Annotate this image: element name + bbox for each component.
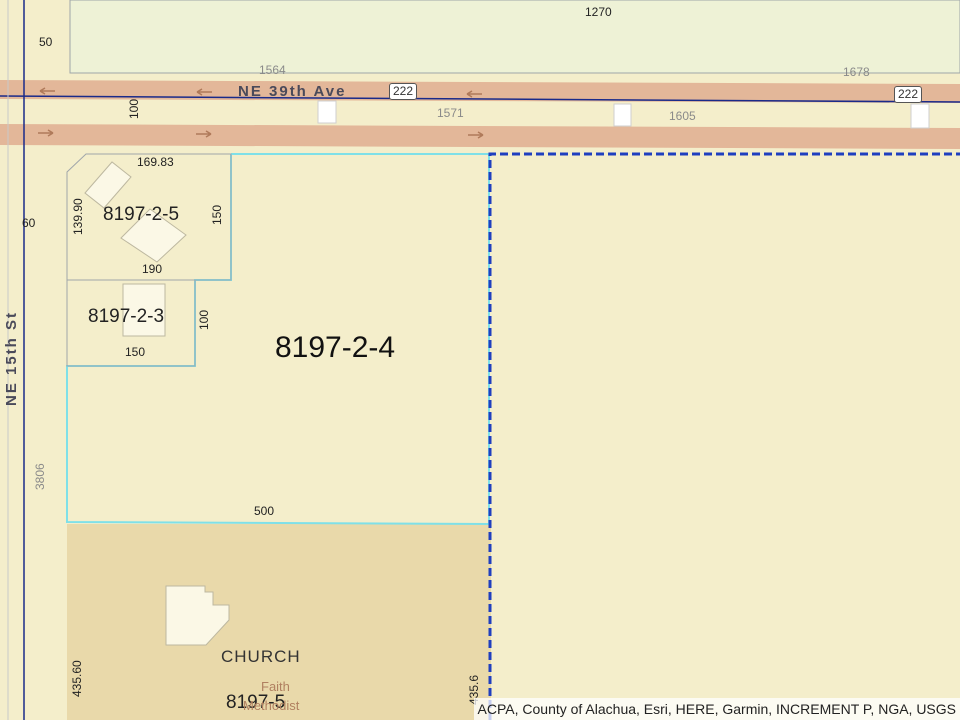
church-label: CHURCH: [221, 647, 301, 666]
parcel-map[interactable]: NE 39th Ave NE 15th St 222 222 1270 1564…: [0, 0, 960, 720]
route-shield: 222: [894, 86, 923, 103]
dimension-label: 500: [254, 504, 275, 518]
median-post: [910, 103, 930, 129]
dimension-label: 190: [142, 262, 163, 276]
map-attribution: ACPA, County of Alachua, Esri, HERE, Gar…: [473, 698, 960, 720]
dimension-label: 150: [210, 204, 224, 225]
selected-parcel-outline: [488, 152, 960, 720]
median-post: [317, 100, 337, 124]
dimension-label: 60: [22, 216, 36, 230]
address-label: 1571: [437, 106, 464, 120]
map-graphics: [0, 0, 960, 720]
dimension-label: 435.60: [70, 660, 84, 697]
address-label: 1564: [259, 63, 286, 77]
parcel-id-label[interactable]: 8197-2-3: [88, 307, 164, 326]
north-parcel: [69, 0, 960, 74]
place-name-label: Methodist: [243, 698, 300, 713]
dimension-label: 150: [125, 345, 146, 359]
dimension-label: 139.90: [71, 198, 85, 235]
address-label: 1270: [585, 5, 612, 19]
place-name-label: Faith: [261, 679, 290, 694]
dimension-label: 50: [39, 35, 53, 49]
dimension-label: 169.83: [137, 155, 174, 169]
address-label: 1605: [669, 109, 696, 123]
address-label: 1678: [843, 65, 870, 79]
median-post: [613, 103, 632, 127]
road-name-ne-15th-st: NE 15th St: [3, 310, 20, 406]
route-shield: 222: [389, 83, 418, 100]
road-name-ne-39th-ave: NE 39th Ave: [238, 83, 347, 100]
dimension-label: 100: [127, 98, 141, 119]
dimension-label: 100: [197, 309, 211, 330]
address-label: 3806: [33, 463, 47, 490]
parcel-id-label-selected[interactable]: 8197-2-4: [275, 333, 395, 363]
parcel-id-label[interactable]: 8197-2-5: [103, 205, 179, 224]
